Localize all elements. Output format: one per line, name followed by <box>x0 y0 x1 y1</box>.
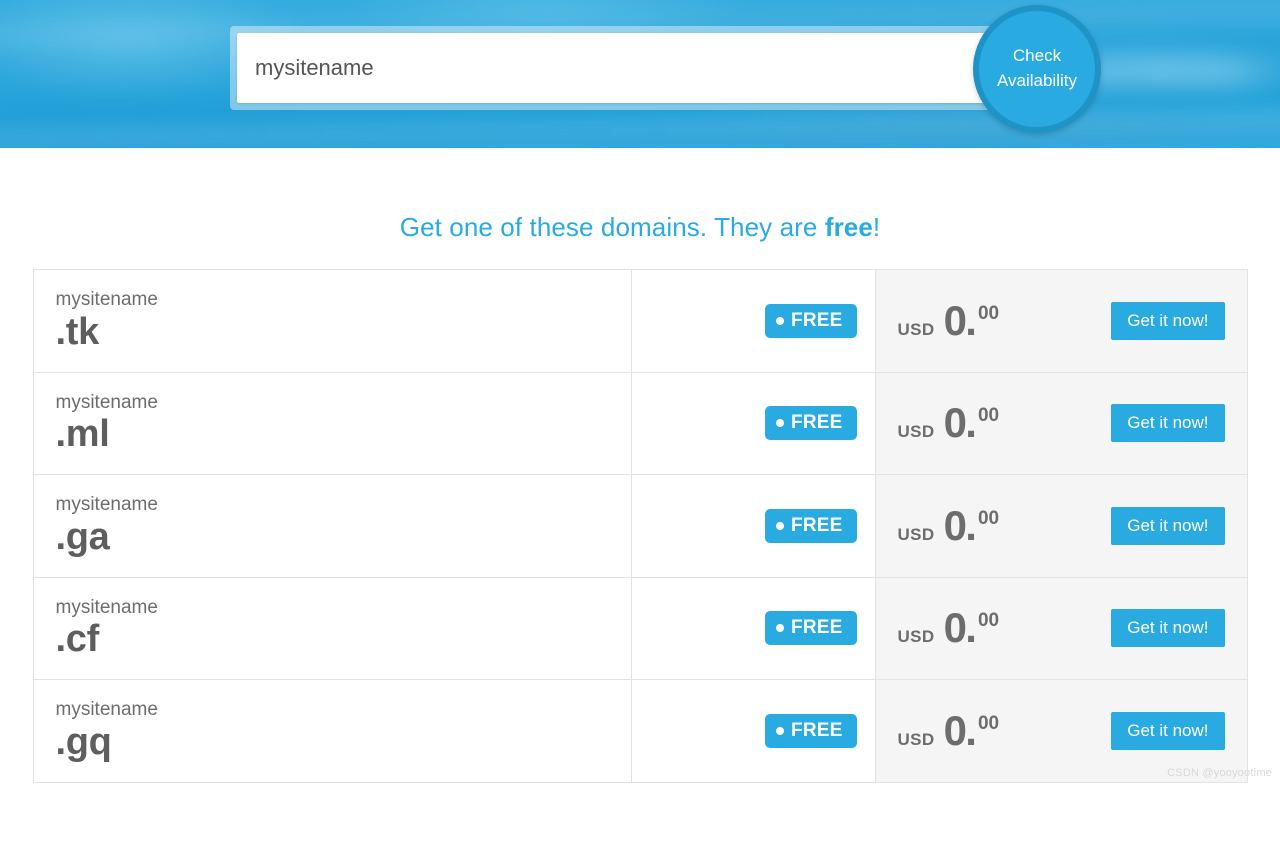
status-badge: FREE <box>765 303 857 338</box>
price-currency: USD <box>897 524 935 544</box>
results-heading-emphasis: free <box>824 212 873 242</box>
check-availability-label-line1: Check <box>1012 46 1062 66</box>
get-it-now-button[interactable]: Get it now! <box>1111 609 1225 648</box>
price-integer: 0 <box>944 402 978 445</box>
search-frame <box>230 26 1042 110</box>
table-row[interactable]: mysitename .ml FREE USD 0 00 <box>33 372 1247 475</box>
price-integer: 0 <box>944 299 978 342</box>
domain-name-cell: mysitename .tk <box>33 269 632 373</box>
domain-name-cell: mysitename .gq <box>33 679 632 783</box>
domain-sld: mysitename <box>55 699 158 721</box>
domain-tld: .ml <box>55 413 110 456</box>
main-content: Get one of these domains. They are free!… <box>0 212 1280 783</box>
price: USD 0 00 <box>897 607 1062 650</box>
price-integer: 0 <box>944 607 978 650</box>
status-badge-label: FREE <box>791 719 843 741</box>
domain-sld: mysitename <box>55 596 158 618</box>
results-heading-prefix: Get one of these domains. They are <box>399 212 825 242</box>
domain-tld: .tk <box>55 310 100 353</box>
table-row[interactable]: mysitename .cf FREE USD 0 00 <box>33 577 1247 680</box>
price-decimal: 00 <box>977 712 1000 734</box>
price: USD 0 00 <box>897 504 1062 547</box>
domain-search-input[interactable] <box>237 33 1035 103</box>
status-badge-label: FREE <box>791 412 843 434</box>
domain-name-cell: mysitename .ml <box>33 372 632 475</box>
status-badge: FREE <box>765 713 857 748</box>
status-badge: FREE <box>765 611 857 646</box>
domain-sld: mysitename <box>55 391 158 413</box>
get-it-now-button[interactable]: Get it now! <box>1111 301 1225 340</box>
availability-badge-cell: FREE <box>631 577 876 680</box>
price-cell: USD 0 00 <box>875 679 1062 783</box>
price-currency: USD <box>897 319 935 339</box>
domain-name-cell: mysitename .ga <box>33 474 632 578</box>
hero-banner: Check Availability <box>0 0 1280 148</box>
get-it-now-button[interactable]: Get it now! <box>1111 506 1225 545</box>
action-cell: Get it now! <box>1061 474 1247 578</box>
status-badge-label: FREE <box>791 514 843 536</box>
check-availability-label: Check Availability <box>997 44 1077 93</box>
status-badge-label: FREE <box>791 617 843 639</box>
action-cell: Get it now! <box>1061 577 1247 680</box>
watermark: CSDN @yooyootime <box>1167 766 1272 779</box>
price-decimal: 00 <box>977 302 1000 324</box>
availability-badge-cell: FREE <box>631 679 876 783</box>
results-heading-suffix: ! <box>872 212 881 242</box>
price-cell: USD 0 00 <box>875 372 1061 475</box>
price: USD 0 00 <box>897 402 1062 445</box>
table-row[interactable]: mysitename .ga FREE USD 0 00 <box>33 474 1247 578</box>
availability-badge-cell: FREE <box>631 474 876 578</box>
tag-dot-icon <box>776 419 785 428</box>
get-it-now-button[interactable]: Get it now! <box>1111 711 1225 750</box>
status-badge: FREE <box>765 508 857 543</box>
check-availability-label-line2: Availability <box>996 71 1077 90</box>
price-cell: USD 0 00 <box>875 577 1061 680</box>
price-decimal: 00 <box>977 507 1000 529</box>
domain-sld: mysitename <box>55 289 158 310</box>
price: USD 0 00 <box>897 299 1062 342</box>
domain-tld: .ga <box>55 515 110 558</box>
availability-badge-cell: FREE <box>631 372 876 475</box>
price-integer: 0 <box>944 504 978 547</box>
price-currency: USD <box>897 422 935 442</box>
get-it-now-button[interactable]: Get it now! <box>1111 404 1225 443</box>
tag-dot-icon <box>776 521 785 530</box>
status-badge-label: FREE <box>791 309 843 331</box>
price: USD 0 00 <box>897 709 1062 752</box>
tag-dot-icon <box>776 726 785 735</box>
availability-badge-cell: FREE <box>631 269 876 373</box>
tag-dot-icon <box>776 624 785 633</box>
action-cell: Get it now! <box>1061 372 1247 475</box>
table-row[interactable]: mysitename .gq FREE USD 0 00 <box>33 679 1247 783</box>
price-integer: 0 <box>944 709 978 752</box>
domain-sld: mysitename <box>55 494 158 516</box>
domain-name-cell: mysitename .cf <box>33 577 632 680</box>
results-heading: Get one of these domains. They are free! <box>0 212 1280 243</box>
price-cell: USD 0 00 <box>875 269 1062 373</box>
price-currency: USD <box>897 729 935 749</box>
status-badge: FREE <box>765 406 857 441</box>
check-availability-button[interactable]: Check Availability <box>973 5 1101 133</box>
table-row[interactable]: mysitename .tk FREE USD 0 00 <box>33 269 1247 373</box>
domain-tld: .gq <box>55 720 112 763</box>
price-decimal: 00 <box>977 610 1000 632</box>
action-cell: Get it now! <box>1061 269 1247 373</box>
price-cell: USD 0 00 <box>875 474 1062 578</box>
domain-tld: .cf <box>55 618 100 661</box>
domain-results-body: mysitename .tk FREE USD 0 00 <box>33 269 1247 783</box>
tag-dot-icon <box>776 316 785 325</box>
price-currency: USD <box>897 627 935 647</box>
domain-results-table: mysitename .tk FREE USD 0 00 <box>32 269 1248 783</box>
price-decimal: 00 <box>977 405 1000 427</box>
